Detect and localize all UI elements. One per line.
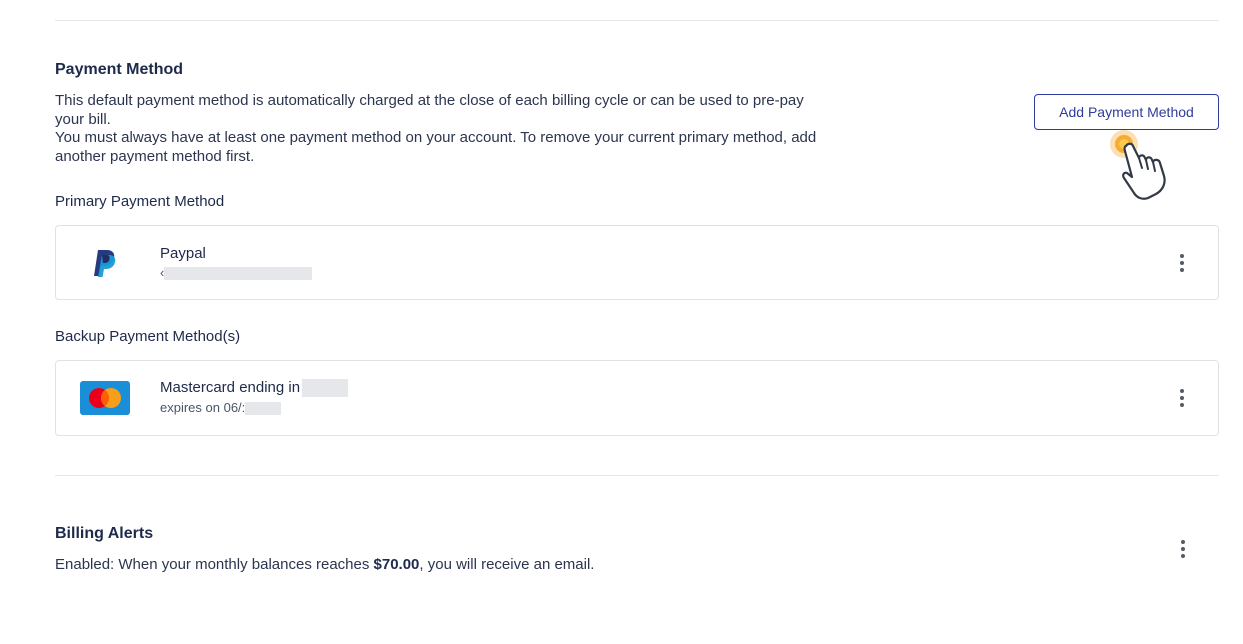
mastercard-expiry: expires on 06/: bbox=[160, 400, 282, 416]
redacted-expiry-year bbox=[245, 402, 282, 416]
payment-method-title: Payment Method bbox=[55, 61, 184, 78]
alerts-text-after: , you will receive an email. bbox=[419, 556, 595, 573]
paypal-name: Paypal bbox=[160, 245, 206, 262]
description-line-1: This default payment method is automatic… bbox=[55, 92, 804, 128]
primary-payment-method-title: Primary Payment Method bbox=[55, 193, 225, 210]
alerts-text-before: Enabled: When your monthly balances reac… bbox=[55, 556, 374, 573]
billing-alerts-title: Billing Alerts bbox=[55, 525, 154, 542]
add-payment-method-button[interactable]: Add Payment Method bbox=[1034, 94, 1219, 130]
hand-pointer-cursor-icon bbox=[1110, 130, 1166, 200]
mastercard-name: Mastercard ending in bbox=[160, 379, 349, 398]
billing-alerts-more-options-icon[interactable] bbox=[1173, 537, 1193, 561]
mastercard-expiry-prefix: expires on 06/: bbox=[160, 400, 246, 415]
primary-payment-card: Paypal ‹ bbox=[55, 225, 1219, 300]
mastercard-logo-icon bbox=[80, 381, 130, 415]
alerts-amount: $70.00 bbox=[373, 556, 420, 573]
redacted-email bbox=[164, 267, 313, 281]
paypal-logo-icon bbox=[94, 250, 116, 277]
middle-divider bbox=[55, 475, 1219, 476]
mastercard-more-options-icon[interactable] bbox=[1172, 386, 1192, 410]
payment-method-description: This default payment method is automatic… bbox=[55, 92, 835, 166]
description-line-2: You must always have at least one paymen… bbox=[55, 129, 817, 165]
backup-payment-method-title: Backup Payment Method(s) bbox=[55, 328, 241, 345]
paypal-more-options-icon[interactable] bbox=[1172, 251, 1192, 275]
top-divider bbox=[55, 20, 1219, 21]
paypal-account: ‹ bbox=[160, 265, 313, 281]
mastercard-label: Mastercard ending in bbox=[160, 379, 301, 396]
redacted-card-digits bbox=[302, 379, 349, 398]
billing-alerts-text: Enabled: When your monthly balances reac… bbox=[55, 556, 594, 573]
backup-payment-card: Mastercard ending in expires on 06/: bbox=[55, 360, 1219, 436]
